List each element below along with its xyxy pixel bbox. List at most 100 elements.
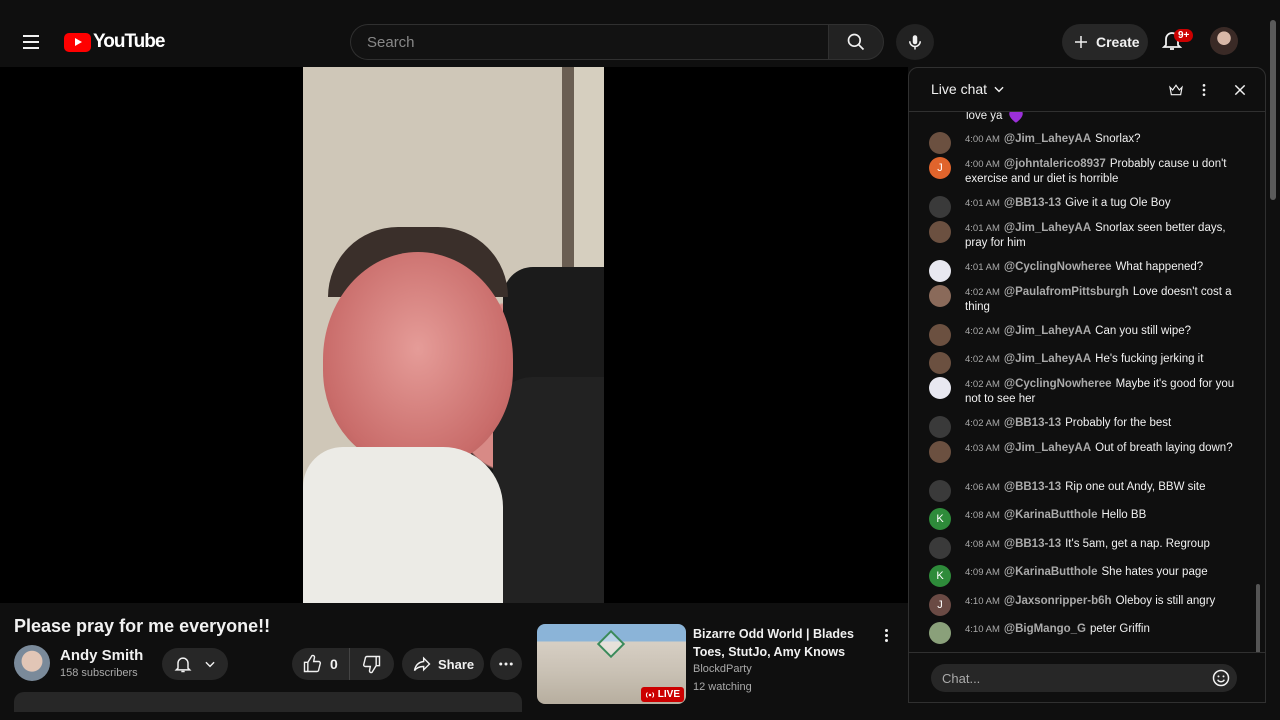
chat-message[interactable]: 4:06 AM @BB13-13 Rip one out Andy, BBW sit… xyxy=(929,480,1249,502)
youtube-logo[interactable]: YouTube xyxy=(64,31,165,53)
chat-avatar[interactable]: J xyxy=(929,594,951,616)
chat-message[interactable]: 4:01 AM @CyclingNowheree What happened? xyxy=(929,260,1249,282)
chat-author[interactable]: @Jaxsonripper-b6h xyxy=(1004,595,1112,607)
chat-author[interactable]: @CyclingNowheree xyxy=(1004,261,1112,273)
chat-avatar[interactable] xyxy=(929,377,951,399)
channel-avatar[interactable] xyxy=(14,645,50,681)
more-actions-button[interactable] xyxy=(490,648,522,680)
chat-message[interactable]: 4:02 AM @Jim_LaheyAA Can you still wipe? xyxy=(929,324,1249,346)
chat-message[interactable]: 4:01 AM @Jim_LaheyAA Snorlax seen better d… xyxy=(929,221,1249,250)
chat-author[interactable]: @Jim_LaheyAA xyxy=(1004,133,1091,145)
chat-message-body: 4:01 AM @Jim_LaheyAA Snorlax seen better d… xyxy=(965,221,1235,250)
crown-icon[interactable] xyxy=(1166,80,1186,100)
chat-avatar[interactable] xyxy=(929,622,951,644)
chat-author[interactable]: @BB13-13 xyxy=(1004,197,1061,209)
chat-message[interactable]: 4:00 AM @Jim_LaheyAA Snorlax? xyxy=(929,132,1249,154)
chat-message-body: 4:09 AM @KarinaButthole She hates your pag… xyxy=(965,565,1235,587)
chat-avatar[interactable]: J xyxy=(929,157,951,179)
chat-author[interactable]: @KarinaButthole xyxy=(1004,566,1098,578)
dislike-button[interactable] xyxy=(350,648,394,680)
chat-message[interactable]: 4:01 AM @BB13-13 Give it a tug Ole Boy xyxy=(929,196,1249,218)
chat-message-text: peter Griffin xyxy=(1090,623,1150,635)
chat-timestamp: 4:02 AM xyxy=(965,379,1000,390)
search-bar xyxy=(350,24,884,60)
chat-message-body: 4:00 AM @Jim_LaheyAA Snorlax? xyxy=(965,132,1235,154)
microphone-icon xyxy=(909,35,921,50)
chat-timestamp: 4:02 AM xyxy=(965,326,1000,337)
subscription-bell-button[interactable] xyxy=(162,648,228,680)
chat-avatar[interactable]: K xyxy=(929,508,951,530)
more-vertical-icon[interactable] xyxy=(878,625,894,645)
emoji-button[interactable] xyxy=(1211,668,1231,688)
chat-avatar[interactable]: K xyxy=(929,565,951,587)
thumbs-down-icon xyxy=(362,655,381,674)
chat-avatar[interactable] xyxy=(929,416,951,438)
chat-message[interactable]: 4:02 AM @BB13-13 Probably for the best xyxy=(929,416,1249,438)
chat-message-body: 4:10 AM @BigMango_G peter Griffin xyxy=(965,622,1235,644)
chat-message-text: Can you still wipe? xyxy=(1095,325,1192,337)
chat-avatar[interactable] xyxy=(929,132,951,154)
share-button[interactable]: Share xyxy=(402,648,484,680)
chat-avatar[interactable] xyxy=(929,260,951,282)
chat-author[interactable]: @Jim_LaheyAA xyxy=(1004,353,1091,365)
chat-author[interactable]: @CyclingNowheree xyxy=(1004,378,1112,390)
chat-input[interactable] xyxy=(931,664,1237,692)
video-player[interactable] xyxy=(0,67,908,603)
chat-message[interactable]: J 4:10 AM @Jaxsonripper-b6h Oleboy is still… xyxy=(929,594,1249,616)
chat-avatar[interactable] xyxy=(929,285,951,307)
search-button[interactable] xyxy=(828,24,884,60)
chat-timestamp: 4:01 AM xyxy=(965,223,1000,234)
chat-message[interactable]: 4:02 AM @PaulafromPittsburgh Love doesn't … xyxy=(929,285,1249,314)
chat-avatar[interactable] xyxy=(929,196,951,218)
chat-avatar[interactable] xyxy=(929,324,951,346)
thumbs-up-icon xyxy=(303,654,322,673)
chat-mode-dropdown[interactable]: Live chat xyxy=(931,81,1006,97)
search-icon xyxy=(847,33,865,51)
chat-message-text: Give it a tug Ole Boy xyxy=(1065,197,1171,209)
chat-avatar[interactable] xyxy=(929,352,951,374)
chat-message[interactable]: K 4:09 AM @KarinaButthole She hates your pa… xyxy=(929,565,1249,587)
chat-message-body: 4:06 AM @BB13-13 Rip one out Andy, BBW sit… xyxy=(965,480,1235,502)
chat-author[interactable]: @BB13-13 xyxy=(1004,417,1061,429)
chat-message[interactable]: 4:03 AM @Jim_LaheyAA Out of breath laying … xyxy=(929,441,1249,463)
chat-avatar[interactable] xyxy=(929,480,951,502)
chat-scrollbar[interactable] xyxy=(1256,584,1260,654)
close-icon[interactable] xyxy=(1230,80,1250,100)
chat-author[interactable]: @BB13-13 xyxy=(1004,538,1061,550)
chat-message[interactable]: 4:02 AM @CyclingNowheree Maybe it's good f… xyxy=(929,377,1249,406)
account-avatar[interactable] xyxy=(1210,27,1238,55)
chat-author[interactable]: @PaulafromPittsburgh xyxy=(1004,286,1129,298)
chat-author[interactable]: @Jim_LaheyAA xyxy=(1004,325,1091,337)
chat-avatar[interactable] xyxy=(929,537,951,559)
menu-icon[interactable] xyxy=(18,28,46,56)
search-input[interactable] xyxy=(350,24,828,60)
more-vertical-icon[interactable] xyxy=(1194,80,1214,100)
chat-message[interactable]: 4:08 AM @BB13-13 It's 5am, get a nap. Regr… xyxy=(929,537,1249,559)
chat-author[interactable]: @BigMango_G xyxy=(1004,623,1086,635)
chat-avatar[interactable] xyxy=(929,441,951,463)
chat-message[interactable]: 4:02 AM @Jim_LaheyAA He's fucking jerking … xyxy=(929,352,1249,374)
recommended-thumbnail[interactable]: LIVE xyxy=(537,624,686,704)
live-label: LIVE xyxy=(657,689,680,700)
chat-message[interactable]: K 4:08 AM @KarinaButthole Hello BB xyxy=(929,508,1249,530)
voice-search-button[interactable] xyxy=(896,24,934,60)
chat-message-list[interactable]: love ya 4:00 AM @Jim_LaheyAA Snorlax? J 4:00… xyxy=(909,112,1265,652)
chat-author[interactable]: @KarinaButthole xyxy=(1004,509,1098,521)
chat-message-text: She hates your page xyxy=(1101,566,1208,578)
chat-author[interactable]: @Jim_LaheyAA xyxy=(1004,442,1091,454)
chat-author[interactable]: @Jim_LaheyAA xyxy=(1004,222,1091,234)
chat-message-text: Rip one out Andy, BBW site xyxy=(1065,481,1206,493)
recommended-channel[interactable]: BlockdParty xyxy=(693,663,752,675)
chat-author[interactable]: @johntalerico8937 xyxy=(1004,158,1106,170)
chat-author[interactable]: @BB13-13 xyxy=(1004,481,1061,493)
page-scrollbar[interactable] xyxy=(1270,20,1276,200)
create-button[interactable]: Create xyxy=(1062,24,1148,60)
chat-message[interactable]: 4:10 AM @BigMango_G peter Griffin xyxy=(929,622,1249,644)
like-button[interactable]: 0 xyxy=(292,648,350,680)
video-frame xyxy=(303,67,604,603)
chat-message[interactable]: J 4:00 AM @johntalerico8937 Probably cause … xyxy=(929,157,1249,186)
chat-avatar[interactable] xyxy=(929,221,951,243)
channel-name[interactable]: Andy Smith xyxy=(60,647,143,664)
description-box[interactable] xyxy=(14,692,522,712)
recommended-title[interactable]: Bizarre Odd World | Blades Toes, StutJo,… xyxy=(693,625,865,661)
